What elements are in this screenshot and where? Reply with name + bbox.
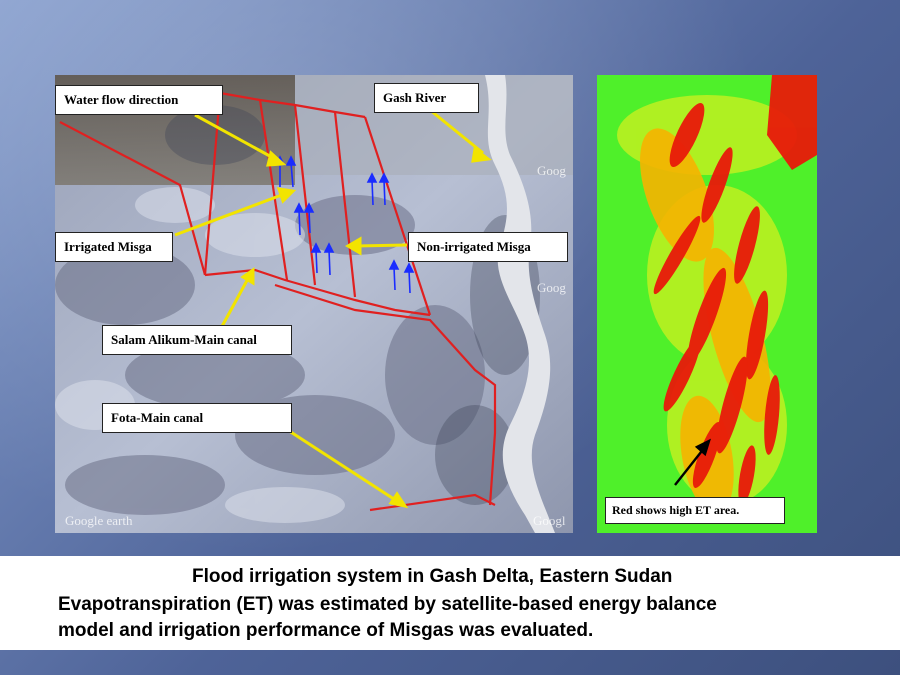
label-gash-river: Gash River [374,83,479,113]
google-earth-watermark: Google earth [65,513,133,528]
satellite-image [55,75,573,533]
google-watermark-right: Googl [533,513,566,528]
caption-band: Flood irrigation system in Gash Delta, E… [0,556,900,650]
google-watermark-mid2: Goog [537,280,566,295]
label-red-high-et: Red shows high ET area. [605,497,785,524]
google-watermark-mid1: Goog [537,163,566,178]
label-water-flow-direction: Water flow direction [55,85,223,115]
caption-title: Flood irrigation system in Gash Delta, E… [192,566,673,587]
satellite-image-panel: Google earth Googl Goog Goog Water flow … [55,75,573,533]
slide: Google earth Googl Goog Goog Water flow … [0,0,900,675]
caption-line-3: model and irrigation performance of Misg… [58,620,594,641]
label-irrigated-misga: Irrigated Misga [55,232,173,262]
caption-line-2: Evapotranspiration (ET) was estimated by… [58,594,717,615]
et-map-panel: Red shows high ET area. [597,75,817,533]
label-salam-alikum-main-canal: Salam Alikum-Main canal [102,325,292,355]
label-fota-main-canal: Fota-Main canal [102,403,292,433]
et-map-image [597,75,817,533]
label-non-irrigated-misga: Non-irrigated Misga [408,232,568,262]
